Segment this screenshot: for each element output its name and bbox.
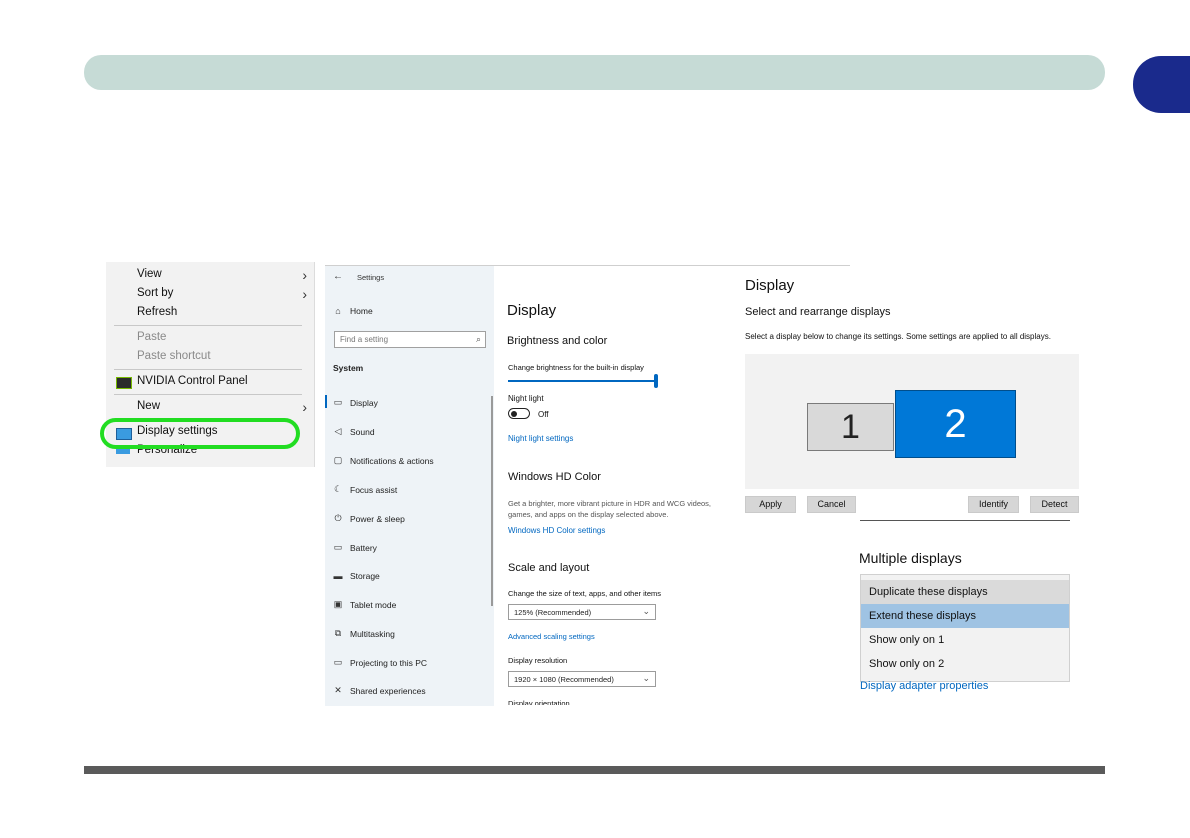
option-extend[interactable]: Extend these displays (861, 604, 1069, 628)
option-show-only-2[interactable]: Show only on 2 (861, 652, 1069, 676)
cancel-button[interactable]: Cancel (807, 496, 856, 513)
multitask-icon: ⧉ (334, 628, 342, 638)
chevron-right-icon: › (302, 286, 307, 302)
nav-projecting[interactable]: ▭ Projecting to this PC (333, 657, 427, 668)
display-heading: Display (507, 302, 557, 319)
nav-power-sleep[interactable]: ⏻ Power & sleep (333, 513, 404, 524)
context-menu-item-view[interactable]: View › (137, 267, 307, 283)
tablet-icon: ▣ (333, 599, 343, 609)
context-menu-item-paste-shortcut: Paste shortcut (137, 350, 211, 362)
find-setting-input[interactable]: Find a setting ⌕ (334, 331, 486, 348)
arrange-heading: Display (745, 277, 795, 294)
brightness-slider[interactable] (508, 374, 658, 388)
multiple-displays-heading: Multiple displays (859, 550, 962, 566)
divider-line (860, 520, 1070, 521)
hd-color-description: Get a brighter, more vibrant picture in … (508, 499, 711, 519)
brightness-slider-thumb[interactable] (653, 374, 658, 388)
nav-focus-assist[interactable]: ☾ Focus assist (333, 484, 397, 495)
arrange-subheading: Select and rearrange displays (745, 306, 891, 318)
nav-sound[interactable]: ◁ Sound (333, 426, 375, 437)
settings-title: Settings (357, 273, 385, 282)
menu-separator (114, 325, 302, 326)
chevron-down-icon: ⌄ (642, 606, 650, 616)
storage-icon: ▬ (333, 571, 343, 581)
home-icon: ⌂ (335, 306, 341, 316)
search-icon: ⌕ (475, 334, 481, 344)
orientation-label: Display orientation (508, 699, 570, 705)
brightness-heading: Brightness and color (507, 335, 608, 347)
context-menu-item-sort-by[interactable]: Sort by › (137, 286, 307, 302)
toggle-knob (511, 410, 517, 417)
monitor-icon: ▭ (333, 397, 343, 407)
detect-button[interactable]: Detect (1030, 496, 1079, 513)
night-light-label: Night light (508, 394, 544, 403)
monitor-2-tile[interactable]: 2 (895, 390, 1016, 458)
night-light-settings-link[interactable]: Night light settings (508, 434, 573, 443)
nvidia-icon (116, 377, 132, 389)
multiple-displays-dropdown[interactable]: Duplicate these displays Extend these di… (860, 574, 1070, 682)
context-menu-item-paste: Paste (137, 331, 167, 343)
option-duplicate[interactable]: Duplicate these displays (861, 580, 1069, 604)
back-arrow-icon[interactable]: ← (333, 271, 343, 282)
nav-notifications[interactable]: ▢ Notifications & actions (333, 455, 434, 466)
advanced-scaling-link[interactable]: Advanced scaling settings (508, 632, 595, 641)
brightness-slider-fill (508, 380, 656, 382)
speaker-icon: ◁ (334, 426, 342, 436)
settings-scrollbar[interactable] (491, 396, 493, 606)
context-menu-item-refresh[interactable]: Refresh (137, 306, 177, 318)
nav-display[interactable]: ▭ Display (333, 397, 378, 408)
context-menu-item-nvidia-control-panel[interactable]: NVIDIA Control Panel (137, 375, 248, 387)
share-icon: ✕ (334, 685, 342, 695)
night-light-toggle[interactable] (508, 408, 530, 419)
moon-icon: ☾ (333, 484, 343, 494)
night-light-state: Off (538, 410, 549, 419)
notification-icon: ▢ (333, 455, 343, 465)
chevron-right-icon: › (302, 399, 307, 415)
hd-color-heading: Windows HD Color (508, 471, 601, 483)
nav-storage[interactable]: ▬ Storage (333, 571, 380, 581)
section-label-system: System (333, 363, 364, 373)
chapter-tab (1133, 56, 1190, 113)
settings-sidebar: ← Settings ⌂ Home Find a setting ⌕ Syste… (325, 266, 494, 706)
menu-separator (114, 394, 302, 395)
context-menu-item-new[interactable]: New › (137, 399, 307, 415)
nav-multitasking[interactable]: ⧉ Multitasking (333, 628, 395, 639)
scale-label: Change the size of text, apps, and other… (508, 589, 662, 598)
resolution-dropdown[interactable]: 1920 × 1080 (Recommended) ⌄ (508, 671, 656, 687)
nav-shared-experiences[interactable]: ✕ Shared experiences (333, 685, 425, 696)
identify-button[interactable]: Identify (968, 496, 1019, 513)
page-header-bar (84, 55, 1105, 90)
nav-tablet-mode[interactable]: ▣ Tablet mode (333, 599, 397, 610)
scale-dropdown[interactable]: 125% (Recommended) ⌄ (508, 604, 656, 620)
apply-button[interactable]: Apply (745, 496, 796, 513)
menu-separator (114, 369, 302, 370)
highlight-ring (100, 418, 300, 449)
chevron-down-icon: ⌄ (642, 673, 650, 683)
resolution-label: Display resolution (508, 656, 568, 665)
battery-icon: ▭ (333, 542, 343, 552)
chevron-right-icon: › (302, 267, 307, 283)
scale-layout-heading: Scale and layout (508, 562, 590, 574)
page-footer-line (84, 766, 1105, 774)
arrange-hint: Select a display below to change its set… (745, 332, 1051, 341)
nav-selected-indicator (325, 395, 327, 408)
hd-color-settings-link[interactable]: Windows HD Color settings (508, 526, 605, 535)
projector-icon: ▭ (333, 657, 343, 667)
nav-battery[interactable]: ▭ Battery (333, 542, 377, 553)
option-show-only-1[interactable]: Show only on 1 (861, 628, 1069, 652)
display-adapter-properties-link[interactable]: Display adapter properties (860, 680, 988, 692)
nav-home[interactable]: ⌂ Home (333, 306, 372, 316)
power-icon: ⏻ (334, 513, 342, 523)
monitor-1-tile[interactable]: 1 (807, 403, 894, 451)
brightness-label: Change brightness for the built-in displ… (508, 363, 644, 372)
